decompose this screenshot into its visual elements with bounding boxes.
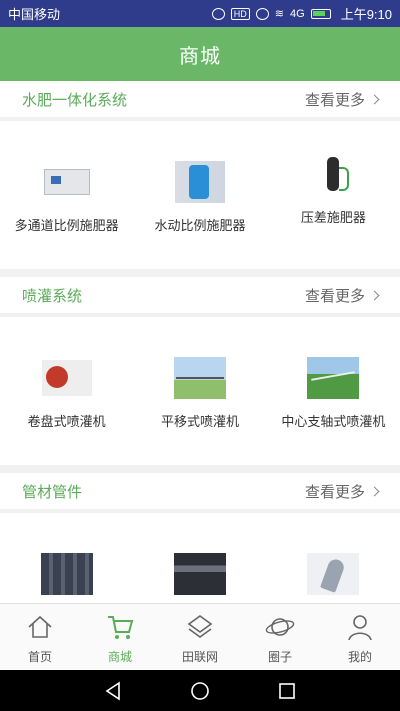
section-title: 管材管件: [22, 483, 83, 501]
product-item[interactable]: 水动比例施肥器: [133, 121, 266, 269]
battery-icon: [310, 8, 331, 19]
section-title: 水肥一体化系统: [22, 91, 128, 109]
tab-shop[interactable]: 商城: [80, 604, 160, 670]
home-icon: [28, 615, 52, 638]
cart-icon: [108, 616, 134, 639]
product-image: [39, 355, 95, 401]
see-more-link[interactable]: 查看更多: [304, 481, 380, 502]
recents-icon[interactable]: [276, 680, 298, 702]
product-name: 水动比例施肥器: [154, 218, 246, 233]
page-title-bar: 商城: [0, 27, 400, 81]
section-header: 水肥一体化系统 查看更多: [0, 81, 400, 121]
product-name: 平移式喷灌机: [160, 414, 239, 429]
chevron-right-icon: [369, 290, 380, 300]
product-image: [172, 355, 228, 401]
alarm-icon: [211, 7, 225, 20]
home-button-icon[interactable]: [189, 680, 211, 702]
carrier-label: 中国移动: [8, 7, 61, 22]
tab-label: 首页: [27, 650, 52, 664]
product-name: 中心支轴式喷灌机: [281, 414, 386, 429]
product-image: [305, 151, 361, 197]
product-item[interactable]: 多通道比例施肥器: [0, 121, 133, 269]
planet-icon: [265, 618, 295, 636]
tab-label: 商城: [107, 650, 132, 664]
section-title: 喷灌系统: [22, 287, 83, 305]
tab-field-network[interactable]: 田联网: [160, 604, 240, 670]
tab-label: 田联网: [181, 650, 218, 664]
product-name: 多通道比例施肥器: [14, 218, 119, 233]
product-image: [39, 551, 95, 597]
bottom-tab-bar: 首页 商城 田联网 圈子 我的: [0, 603, 400, 670]
tab-label: 圈子: [267, 650, 292, 664]
status-icons: HD ≋ 4G 上午9:10: [211, 4, 392, 23]
see-more-label: 查看更多: [304, 483, 365, 501]
product-item[interactable]: [133, 513, 266, 603]
tab-home[interactable]: 首页: [0, 604, 80, 670]
hd-badge: HD: [230, 7, 250, 20]
eye-icon: [255, 7, 269, 20]
back-icon[interactable]: [102, 680, 124, 702]
clock: 上午9:10: [340, 7, 392, 22]
product-list: [0, 513, 400, 603]
category-section: 管材管件 查看更多: [0, 473, 400, 603]
product-name: 压差施肥器: [300, 210, 366, 225]
product-image: [172, 159, 228, 205]
product-list: 卷盘式喷灌机 平移式喷灌机 中心支轴式喷灌机: [0, 317, 400, 465]
product-item[interactable]: [0, 513, 133, 603]
section-header: 管材管件 查看更多: [0, 473, 400, 513]
see-more-label: 查看更多: [304, 287, 365, 305]
shop-content[interactable]: 水肥一体化系统 查看更多 多通道比例施肥器 水动比例施肥器 压差施肥器 喷灌系统…: [0, 81, 400, 603]
product-list: 多通道比例施肥器 水动比例施肥器 压差施肥器: [0, 121, 400, 269]
see-more-link[interactable]: 查看更多: [304, 285, 380, 306]
network-label: 4G: [290, 7, 305, 20]
product-item[interactable]: 平移式喷灌机: [133, 317, 266, 465]
section-header: 喷灌系统 查看更多: [0, 277, 400, 317]
chevron-right-icon: [369, 486, 380, 496]
product-image: [39, 159, 95, 205]
category-section: 水肥一体化系统 查看更多 多通道比例施肥器 水动比例施肥器 压差施肥器: [0, 81, 400, 269]
tab-label: 我的: [347, 650, 372, 664]
product-image: [305, 355, 361, 401]
see-more-label: 查看更多: [304, 91, 365, 109]
category-section: 喷灌系统 查看更多 卷盘式喷灌机 平移式喷灌机 中心支轴式喷灌机: [0, 277, 400, 465]
network-icon: [187, 615, 213, 638]
product-item[interactable]: 中心支轴式喷灌机: [267, 317, 400, 465]
product-name: 卷盘式喷灌机: [27, 414, 106, 429]
see-more-link[interactable]: 查看更多: [304, 89, 380, 110]
page-title: 商城: [179, 45, 221, 68]
tab-circle[interactable]: 圈子: [240, 604, 320, 670]
system-nav-bar: [0, 670, 400, 711]
product-image: [172, 551, 228, 597]
product-item[interactable]: 卷盘式喷灌机: [0, 317, 133, 465]
wifi-icon: ≋: [274, 8, 284, 20]
product-item[interactable]: [267, 513, 400, 603]
tab-profile[interactable]: 我的: [320, 604, 400, 670]
user-icon: [348, 615, 372, 641]
chevron-right-icon: [369, 94, 380, 104]
product-item[interactable]: 压差施肥器: [267, 121, 400, 269]
product-image: [305, 551, 361, 597]
status-bar: 中国移动 HD ≋ 4G 上午9:10: [0, 0, 400, 27]
